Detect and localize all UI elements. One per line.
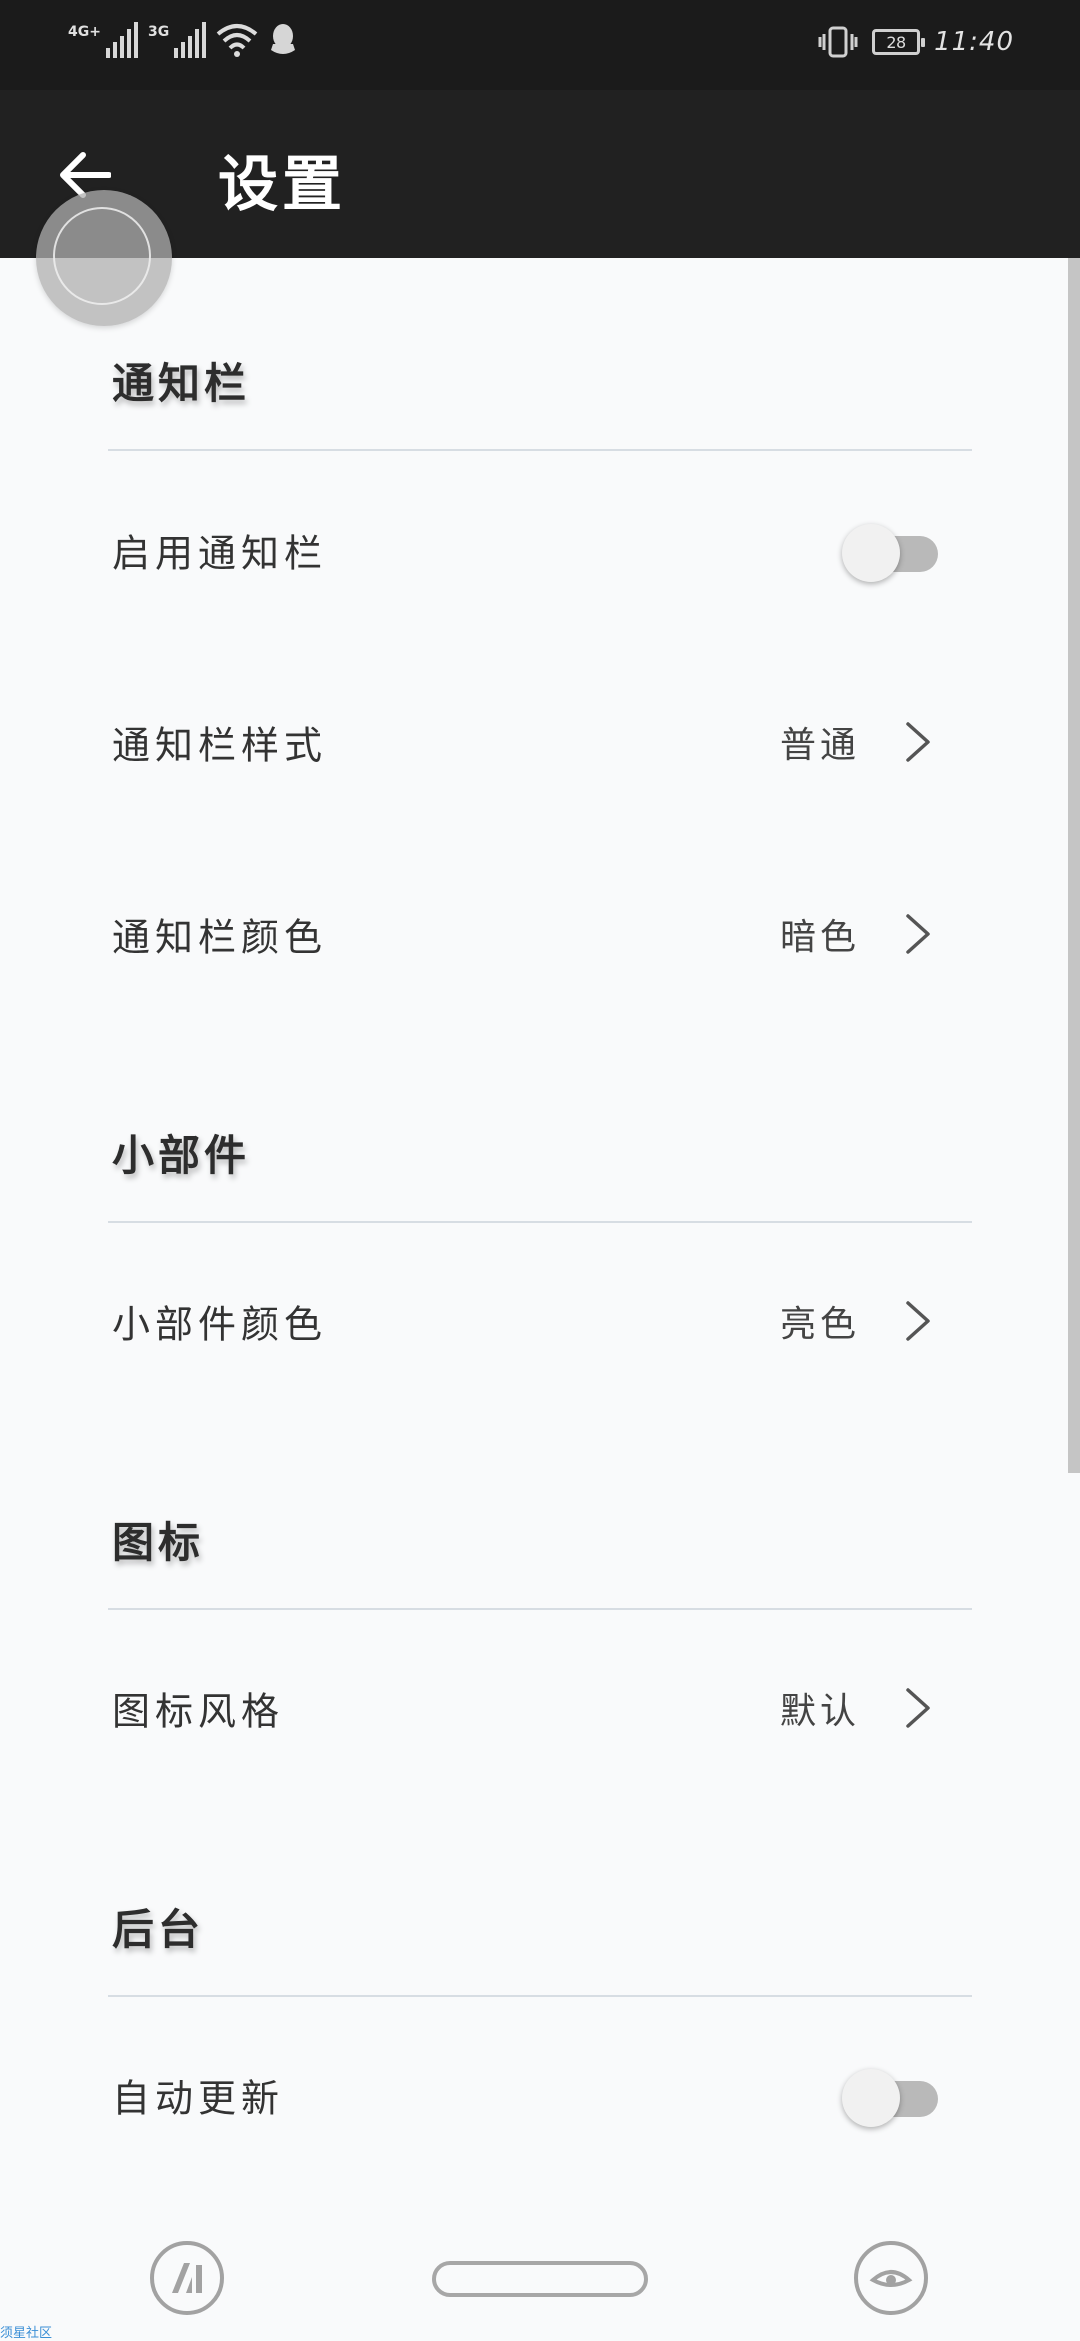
signal-icon <box>174 22 207 58</box>
section-header-icon: 图标 <box>112 1518 205 1567</box>
nav-app-button[interactable] <box>150 2241 224 2315</box>
network-4g-label: 4G+ <box>68 24 101 40</box>
status-right-group: 28 11:40 <box>818 26 1014 58</box>
setting-label: 自动更新 <box>112 2076 285 2121</box>
setting-value: 默认 <box>779 1691 860 1732</box>
setting-label: 通知栏颜色 <box>112 915 328 960</box>
network-4g: 4G+ <box>68 22 138 58</box>
touch-ripple <box>36 190 172 326</box>
page-title: 设置 <box>218 150 346 220</box>
wifi-icon <box>216 24 258 57</box>
section-header-notification: 通知栏 <box>112 359 251 408</box>
chevron-right-icon <box>906 914 930 954</box>
status-clock: 11:40 <box>934 27 1014 57</box>
enable-notification-toggle[interactable] <box>840 520 940 582</box>
setting-value: 亮色 <box>779 1304 860 1345</box>
setting-row-notification-style[interactable]: 通知栏样式 普通 <box>0 677 1068 807</box>
network-3g: 3G <box>147 22 207 58</box>
qq-icon <box>271 24 296 54</box>
home-pill-icon[interactable] <box>432 2261 648 2297</box>
divider <box>108 1995 972 1997</box>
setting-row-widget-color[interactable]: 小部件颜色 亮色 <box>0 1256 1068 1386</box>
battery-icon: 28 <box>872 29 926 55</box>
auto-update-toggle[interactable] <box>840 2065 940 2127</box>
eye-icon <box>869 2270 913 2287</box>
vibrate-icon <box>818 26 858 58</box>
divider <box>108 1608 972 1610</box>
setting-label: 启用通知栏 <box>112 531 328 576</box>
signal-icon <box>105 22 138 58</box>
divider <box>108 1221 972 1223</box>
setting-label: 通知栏样式 <box>112 723 328 768</box>
chevron-right-icon <box>906 722 930 762</box>
scrollbar[interactable] <box>1068 258 1080 1473</box>
setting-row-auto-update[interactable]: 自动更新 <box>0 2030 1068 2160</box>
nav-eye-button[interactable] <box>854 2241 928 2315</box>
setting-row-icon-style[interactable]: 图标风格 默认 <box>0 1643 1068 1773</box>
toggle-thumb <box>842 2069 900 2127</box>
section-header-background: 后台 <box>112 1905 205 1954</box>
toggle-thumb <box>842 524 900 582</box>
setting-value: 暗色 <box>779 917 860 958</box>
watermark: 须星社区 <box>0 2326 53 2341</box>
chevron-right-icon <box>906 1688 930 1728</box>
setting-row-notification-color[interactable]: 通知栏颜色 暗色 <box>0 869 1068 999</box>
setting-label: 小部件颜色 <box>112 1302 328 1347</box>
setting-value: 普通 <box>779 725 860 766</box>
section-header-widget: 小部件 <box>112 1131 251 1180</box>
divider <box>108 449 972 451</box>
status-left-group: 4G+ 3G <box>68 22 298 58</box>
network-3g-label: 3G <box>147 24 170 40</box>
chevron-right-icon <box>906 1301 930 1341</box>
setting-row-enable-notification[interactable]: 启用通知栏 <box>0 485 1068 615</box>
setting-label: 图标风格 <box>112 1689 285 1734</box>
app-logo-icon <box>172 2263 202 2293</box>
battery-level: 28 <box>886 32 906 52</box>
